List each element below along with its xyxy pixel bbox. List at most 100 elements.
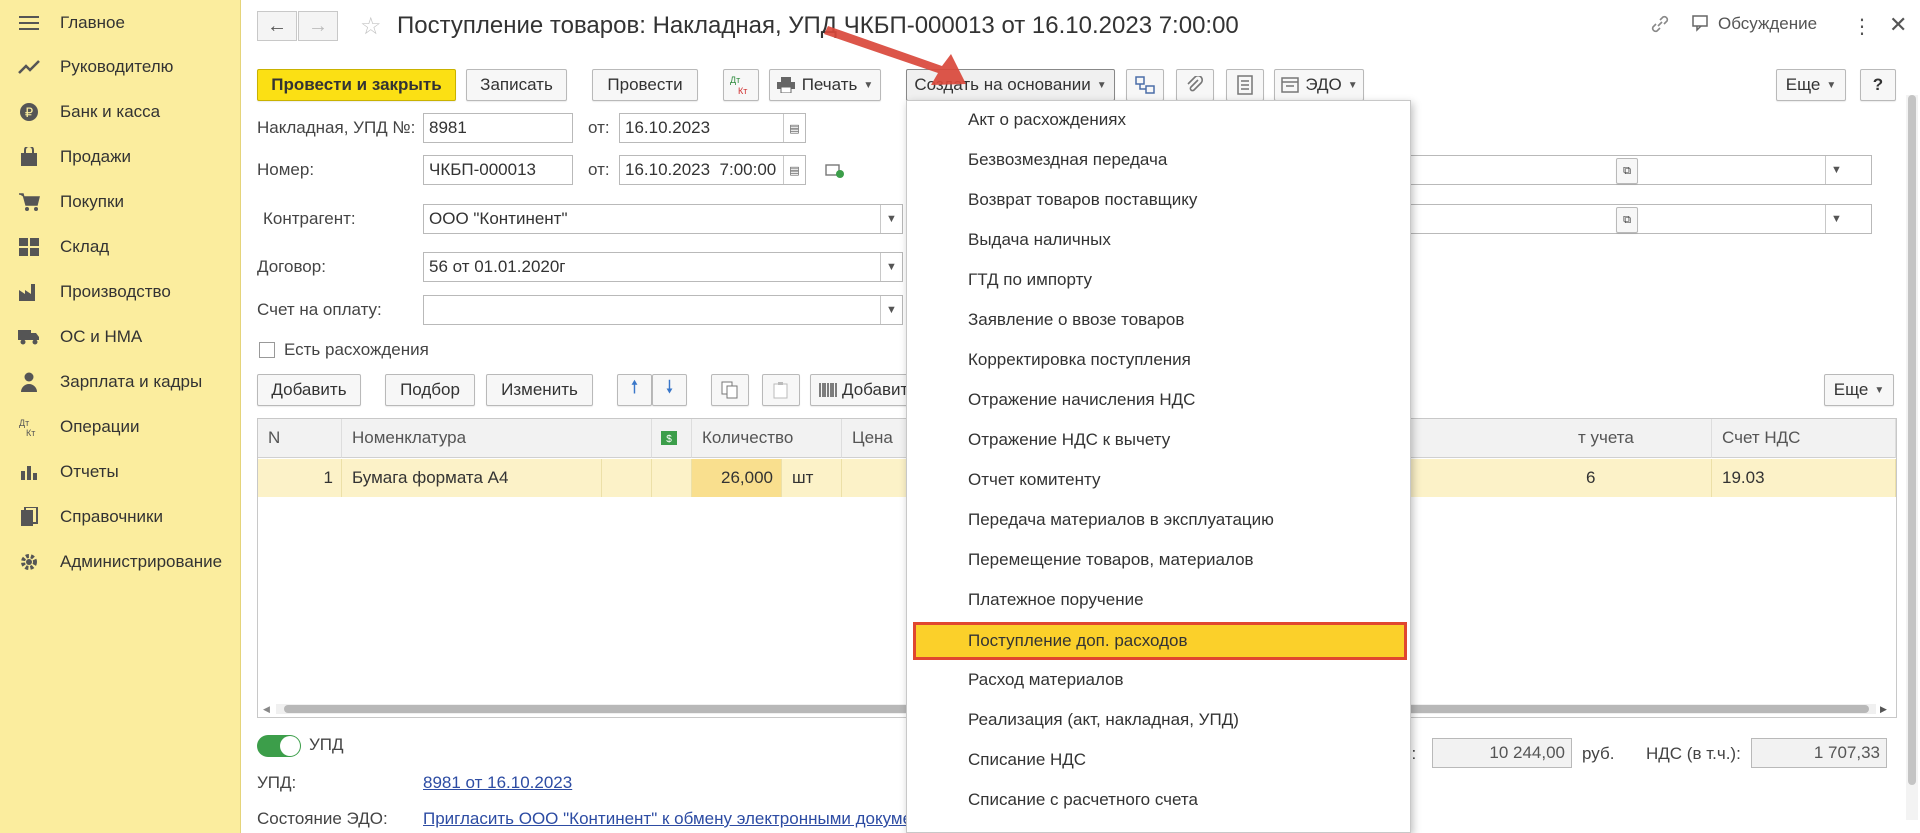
calendar-icon[interactable]: ▤ [783,156,805,184]
menu-item[interactable]: Расход материалов [907,661,1410,699]
column-header-icon[interactable]: $ [652,419,692,458]
document-list-button[interactable] [1226,69,1264,101]
chat-icon [1692,15,1708,32]
sidebar-item-assets[interactable]: ОС и НМА [0,314,241,359]
attach-button[interactable] [1176,69,1214,101]
chevron-down-icon[interactable]: ▼ [880,296,902,324]
menu-item[interactable]: Перемещение товаров, материалов [907,541,1410,579]
cell-icon[interactable] [652,459,692,497]
menu-item[interactable]: Акт о расхождениях [907,101,1410,139]
contract-field[interactable]: 56 от 01.01.2020г ▼ [423,252,903,282]
cell-vat-account[interactable]: 19.03 [1712,459,1896,497]
sidebar-item-bank[interactable]: ₽ Банк и касса [0,89,241,134]
save-button[interactable]: Записать [466,69,567,101]
scroll-left-icon[interactable]: ◀ [263,704,270,715]
open-icon[interactable]: ⧉ [1616,158,1638,184]
move-down-button[interactable]: 🠗 [652,374,687,406]
pick-button[interactable]: Подбор [385,374,475,406]
menu-item[interactable]: Выдача наличных [907,221,1410,259]
post-and-close-button[interactable]: Провести и закрыть [257,69,456,101]
forward-button[interactable]: → [298,11,338,41]
more-vertical-icon[interactable]: ⋮ [1852,14,1872,39]
add-row-button[interactable]: Добавить [257,374,361,406]
counterparty-field[interactable]: ООО "Континент" ▼ [423,204,903,234]
page-title: Поступление товаров: Накладная, УПД ЧКБП… [397,12,1239,39]
link-icon[interactable] [1650,14,1670,34]
edo-button[interactable]: ЭДО ▼ [1274,69,1364,101]
sidebar-item-reports[interactable]: Отчеты [0,449,241,494]
more-label: Еще [1785,75,1821,94]
star-icon[interactable]: ☆ [360,12,382,41]
menu-item-highlighted[interactable]: Поступление доп. расходов [913,622,1407,660]
sidebar-item-warehouse[interactable]: Склад [0,224,241,269]
chevron-down-icon[interactable]: ▼ [880,253,902,281]
menu-item[interactable]: Заявление о ввозе товаров [907,301,1410,339]
menu-item[interactable]: Списание НДС [907,741,1410,779]
add-barcode-button[interactable]: Добавить [810,374,920,406]
chevron-down-icon[interactable]: ▼ [1825,156,1847,184]
post-button[interactable]: Провести [592,69,698,101]
close-icon[interactable]: ✕ [1889,12,1907,38]
menu-item[interactable]: Отчет комитенту [907,461,1410,499]
move-up-button[interactable]: 🠕 [617,374,652,406]
table-more-button[interactable]: Еще ▼ [1824,374,1894,406]
menu-item[interactable]: Платежное поручение [907,581,1410,619]
menu-item[interactable]: Передача материалов в эксплуатацию [907,501,1410,539]
menu-item[interactable]: Реализация (акт, накладная, УПД) [907,701,1410,739]
paste-button[interactable] [762,374,800,406]
payment-invoice-field[interactable]: ▼ [423,295,903,325]
column-header-qty[interactable]: Количество [692,419,842,458]
number-field[interactable]: ЧКБП-000013 [423,155,573,185]
edit-button[interactable]: Изменить [486,374,593,406]
calendar-icon[interactable]: ▤ [783,114,805,142]
invoice-number-field[interactable]: 8981 [423,113,573,143]
structure-button[interactable] [1126,69,1164,101]
copy-button[interactable] [711,374,749,406]
scroll-right-icon[interactable]: ▶ [1880,704,1887,715]
sidebar-item-salary[interactable]: Зарплата и кадры [0,359,241,404]
menu-item[interactable]: Корректировка поступления [907,341,1410,379]
invoice-date-field[interactable]: 16.10.2023 ▤ [619,113,806,143]
number-date-field[interactable]: 16.10.2023 7:00:00 ▤ [619,155,806,185]
more-button[interactable]: Еще ▼ [1776,69,1846,101]
cell-empty[interactable] [602,459,652,497]
print-button[interactable]: Печать ▼ [769,69,881,101]
dt-kt-button[interactable]: Дт Кт [723,69,759,101]
open-icon[interactable]: ⧉ [1616,207,1638,233]
upd-link[interactable]: 8981 от 16.10.2023 [423,773,572,793]
help-button[interactable]: ? [1860,69,1896,101]
discussion-button[interactable]: Обсуждение [1692,14,1817,34]
sidebar-item-purchases[interactable]: Покупки [0,179,241,224]
menu-item[interactable]: Отражение НДС к вычету [907,421,1410,459]
menu-item[interactable]: Безвозмездная передача [907,141,1410,179]
vat-field: 1 707,33 [1751,738,1887,768]
menu-item[interactable]: Отражение начисления НДС [907,381,1410,419]
sidebar-item-main[interactable]: Главное [0,0,241,45]
back-button[interactable]: ← [257,11,297,41]
sidebar-item-label: ОС и НМА [60,326,143,346]
upd-toggle[interactable] [257,735,301,757]
sidebar-item-references[interactable]: Справочники [0,494,241,539]
menu-item[interactable]: Списание с расчетного счета [907,781,1410,819]
sidebar-item-manager[interactable]: Руководителю [0,44,241,89]
sidebar-item-production[interactable]: Производство [0,269,241,314]
chevron-down-icon[interactable]: ▼ [880,205,902,233]
scroll-thumb[interactable] [1908,95,1916,785]
discrepancy-checkbox[interactable] [259,342,275,358]
column-header-name[interactable]: Номенклатура [342,419,652,458]
cell-n[interactable]: 1 [258,459,342,497]
chevron-down-icon[interactable]: ▼ [1825,205,1847,233]
menu-item[interactable]: Возврат товаров поставщику [907,181,1410,219]
vertical-scrollbar[interactable] [1906,95,1918,820]
menu-item[interactable]: ГТД по импорту [907,261,1410,299]
sidebar-item-operations[interactable]: Дт Кт Операции [0,404,241,449]
sidebar-item-admin[interactable]: Администрирование [0,539,241,584]
sidebar-item-sales[interactable]: Продажи [0,134,241,179]
sidebar-item-label: Зарплата и кадры [60,371,203,391]
cell-name[interactable]: Бумага формата А4 [342,459,602,497]
cell-qty[interactable]: 26,000 [692,459,782,497]
column-header-vat-account[interactable]: Счет НДС [1712,419,1896,458]
cell-unit[interactable]: шт [782,459,842,497]
column-header-n[interactable]: N [258,419,342,458]
create-based-on-button[interactable]: Создать на основании ▼ [906,69,1115,101]
